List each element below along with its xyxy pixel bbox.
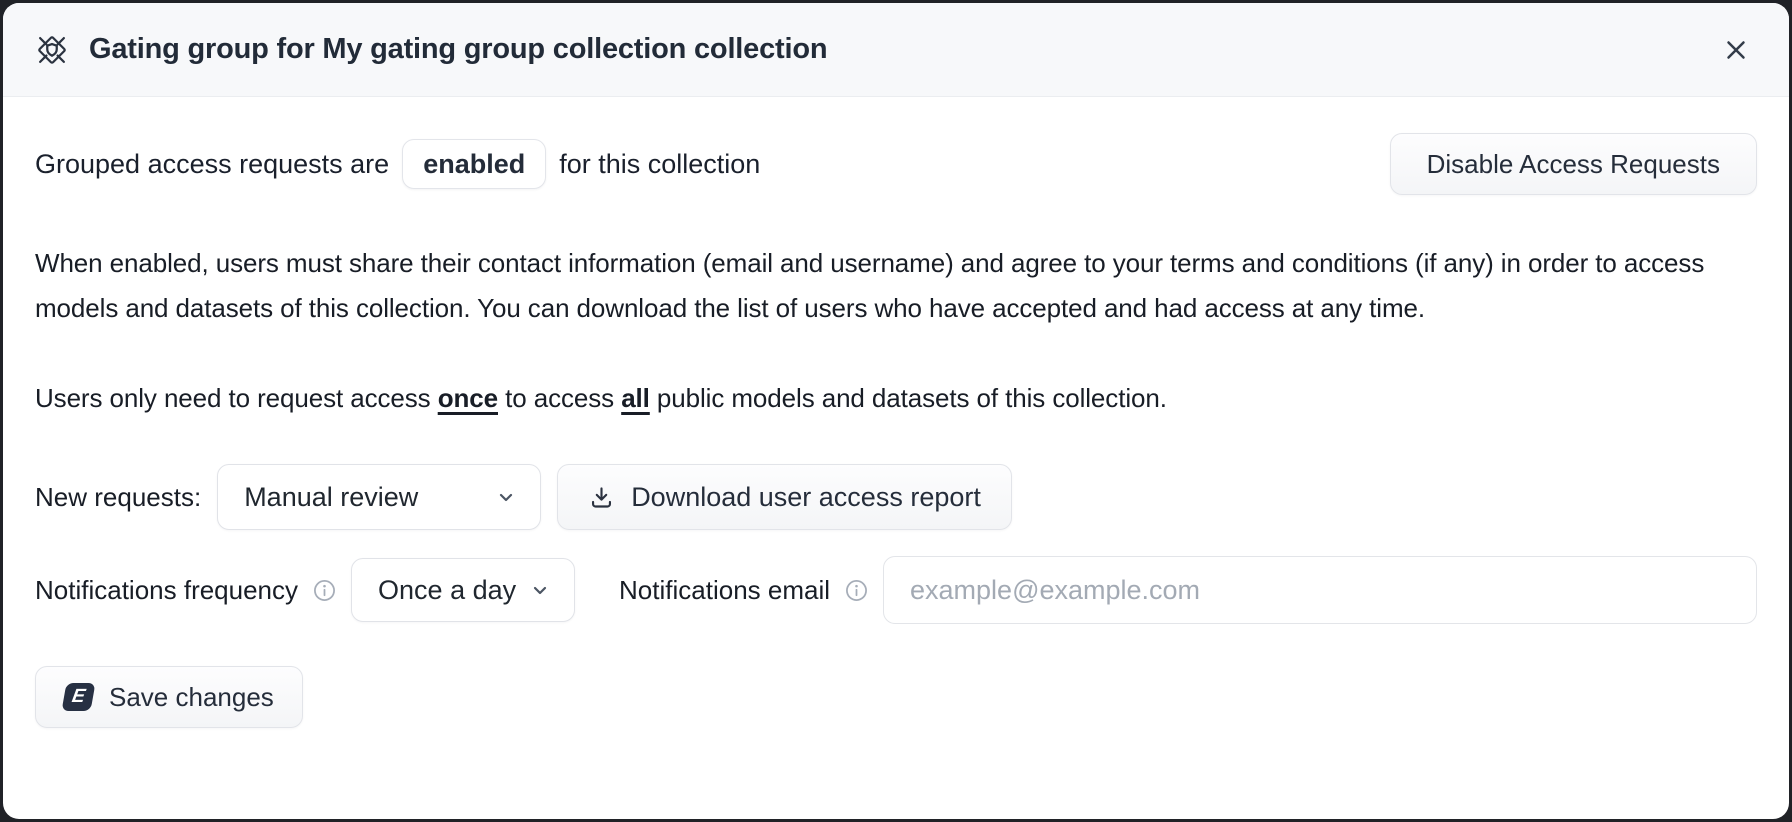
notifications-frequency-label: Notifications frequency <box>35 575 298 606</box>
close-icon <box>1721 35 1751 65</box>
chevron-down-icon <box>528 578 552 602</box>
notifications-email-input[interactable] <box>883 556 1757 624</box>
save-changes-button[interactable]: E Save changes <box>35 666 303 728</box>
info-icon[interactable] <box>312 578 337 603</box>
note-text: Users only need to request access once t… <box>35 383 1757 414</box>
modal-body: Grouped access requests are enabled for … <box>3 97 1789 819</box>
status-row: Grouped access requests are enabled for … <box>35 133 1757 195</box>
description-text: When enabled, users must share their con… <box>35 241 1757 331</box>
status-text: Grouped access requests are enabled for … <box>35 139 760 189</box>
note-part3: public models and datasets of this colle… <box>650 383 1167 413</box>
gated-shield-icon <box>33 31 71 69</box>
info-icon[interactable] <box>844 578 869 603</box>
new-requests-label: New requests: <box>35 482 201 513</box>
gating-group-modal: Gating group for My gating group collect… <box>3 3 1789 819</box>
new-requests-selected-value: Manual review <box>244 482 418 513</box>
download-button-label: Download user access report <box>631 482 981 513</box>
modal-title: Gating group for My gating group collect… <box>89 33 827 66</box>
status-prefix: Grouped access requests are <box>35 149 389 180</box>
new-requests-row: New requests: Manual review Download use… <box>35 464 1757 530</box>
status-badge: enabled <box>402 139 546 189</box>
new-requests-select[interactable]: Manual review <box>217 464 541 530</box>
close-button[interactable] <box>1713 27 1759 73</box>
note-part1: Users only need to request access <box>35 383 438 413</box>
download-user-access-report-button[interactable]: Download user access report <box>557 464 1012 530</box>
download-icon <box>588 484 615 511</box>
save-row: E Save changes <box>35 666 1757 728</box>
note-emphasis-all: all <box>621 383 650 413</box>
disable-access-requests-button[interactable]: Disable Access Requests <box>1390 133 1757 195</box>
modal-header: Gating group for My gating group collect… <box>3 3 1789 97</box>
enter-key-icon: E <box>62 683 96 711</box>
status-suffix: for this collection <box>559 149 760 180</box>
notifications-email-label: Notifications email <box>619 575 830 606</box>
note-emphasis-once: once <box>438 383 498 413</box>
frequency-selected-value: Once a day <box>378 575 516 606</box>
save-button-label: Save changes <box>109 682 274 713</box>
chevron-down-icon <box>494 485 518 509</box>
notifications-frequency-select[interactable]: Once a day <box>351 558 575 622</box>
notifications-row: Notifications frequency Once a day Notif… <box>35 556 1757 624</box>
note-part2: to access <box>498 383 621 413</box>
